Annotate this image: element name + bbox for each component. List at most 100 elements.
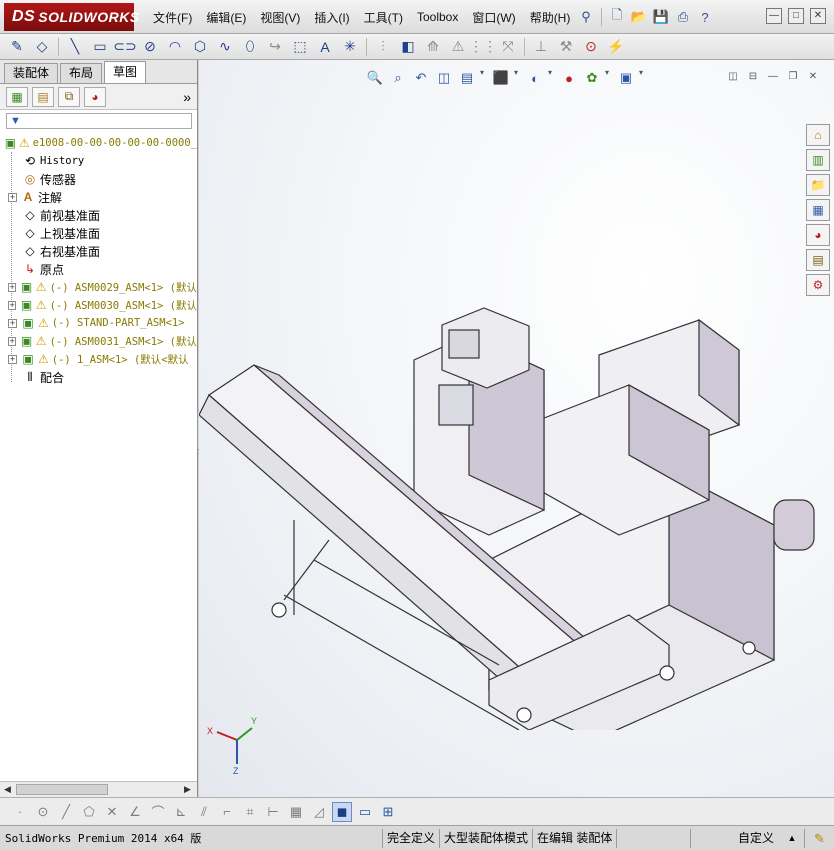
apply-scene-icon[interactable]: ✿	[582, 68, 602, 88]
tree-item-sensors[interactable]: ◎ 传感器	[0, 170, 197, 188]
tree-root-assembly[interactable]: ▣ ⚠ e1008-00-00-00-00-00-0000_	[0, 134, 197, 152]
point-tool-icon[interactable]: ✳	[339, 37, 361, 57]
close-button[interactable]: ✕	[810, 8, 826, 24]
restore-button[interactable]: □	[788, 8, 804, 24]
move-entities-icon[interactable]: ⤧	[497, 37, 519, 57]
tree-item-subassembly[interactable]: + ▣ ⚠ (-) ASM0031_ASM<1> (默认	[0, 332, 197, 350]
more-tabs-icon[interactable]: »	[183, 89, 191, 105]
view-orientation-icon[interactable]: ⬛	[491, 68, 511, 88]
smart-dimension-icon[interactable]: ◇	[31, 37, 53, 57]
tree-item-front-plane[interactable]: ◇ 前视基准面	[0, 206, 197, 224]
menu-toolbox[interactable]: Toolbox	[410, 10, 465, 24]
print-icon[interactable]: ⎙	[673, 7, 693, 27]
quick-snaps-icon[interactable]: ⊙	[580, 37, 602, 57]
new-document-icon[interactable]: 🗋	[607, 7, 627, 27]
shaded-sketch-icon[interactable]: ◼	[332, 801, 352, 822]
tree-item-top-plane[interactable]: ◇ 上视基准面	[0, 224, 197, 242]
design-library-icon[interactable]: ▥	[806, 149, 830, 171]
zoom-to-area-icon[interactable]: ⌕	[388, 68, 408, 88]
menu-edit[interactable]: 编辑(E)	[199, 9, 253, 26]
tab-layout[interactable]: 布局	[60, 63, 103, 83]
chevron-down-icon[interactable]: ▾	[605, 68, 613, 88]
expand-icon[interactable]: +	[8, 192, 17, 202]
zoom-to-fit-icon[interactable]: 🔍	[365, 68, 385, 88]
expand-icon[interactable]: +	[8, 354, 17, 364]
text-tool-icon[interactable]: A	[314, 37, 336, 57]
expand-icon[interactable]: +	[8, 300, 17, 310]
property-manager-icon[interactable]: ▤	[32, 86, 54, 107]
split-vertical-icon[interactable]: ◫	[726, 70, 740, 84]
rectangle-tool-icon[interactable]: ▭	[89, 37, 111, 57]
chevron-down-icon[interactable]: ▾	[639, 68, 647, 88]
tab-sketch[interactable]: 草图	[104, 61, 147, 83]
parallel-icon[interactable]: ⫽	[194, 802, 214, 822]
feature-manager-icon[interactable]: ▦	[6, 86, 28, 107]
edit-appearance-icon[interactable]: ●	[559, 68, 579, 88]
close-document-icon[interactable]: ✕	[806, 70, 820, 84]
grid-icon[interactable]: ▦	[286, 802, 306, 822]
slot-tool-icon[interactable]: ⊂⊃	[113, 37, 136, 57]
tangent-icon[interactable]: ⌒	[148, 802, 168, 822]
open-folder-icon[interactable]: 📂	[629, 7, 649, 27]
solidworks-resources-icon[interactable]: ⌂	[806, 124, 830, 146]
offset-entities-icon[interactable]: ⟰	[422, 37, 444, 57]
linear-pattern-icon[interactable]: ⋮⋮	[469, 37, 497, 57]
display-style-icon[interactable]: ◐	[525, 68, 545, 88]
save-icon[interactable]: 💾	[651, 7, 671, 27]
restore-document-icon[interactable]: ❐	[786, 70, 800, 84]
tree-item-origin[interactable]: ↳ 原点	[0, 260, 197, 278]
polygon-tool-icon[interactable]: ⬡	[189, 37, 211, 57]
expand-icon[interactable]: +	[8, 336, 17, 346]
pin-icon[interactable]: ⚲	[576, 7, 596, 27]
angle-icon[interactable]: ∠	[125, 802, 145, 822]
intersection-icon[interactable]: ✕	[102, 802, 122, 822]
line-icon[interactable]: ╱	[56, 802, 76, 822]
rapid-sketch-icon[interactable]: ⚡	[605, 37, 627, 57]
circle-center-icon[interactable]: ⊙	[33, 802, 53, 822]
configuration-manager-icon[interactable]: ⧉	[58, 86, 80, 107]
perpendicular-icon[interactable]: ⊾	[171, 802, 191, 822]
sketch-panel-icon[interactable]: ▭	[355, 802, 375, 822]
solidworks-logo[interactable]: DS SOLIDWORKS	[4, 3, 139, 31]
graphics-area[interactable]: 🔍 ⌕ ↶ ◫ ▤ ▾ ⬛ ▾ ◐ ▾ ● ✿ ▾ ▣ ▾ ◫ ⊟ — ❐ ✕ …	[199, 60, 834, 797]
dynamic-annotation-icon[interactable]: ▤	[457, 68, 477, 88]
scrollbar-thumb[interactable]	[16, 784, 108, 795]
quadrant-icon[interactable]: ⌗	[240, 802, 260, 822]
plane-tool-icon[interactable]: ⬚	[289, 37, 311, 57]
horizontal-scrollbar[interactable]: ◀ ▶	[0, 781, 197, 797]
point-icon[interactable]: ·	[10, 802, 30, 822]
chevron-down-icon[interactable]: ▾	[548, 68, 556, 88]
polygon-icon[interactable]: ⬠	[79, 802, 99, 822]
tree-item-right-plane[interactable]: ◇ 右视基准面	[0, 242, 197, 260]
split-horizontal-icon[interactable]: ⊟	[746, 70, 760, 84]
previous-view-icon[interactable]: ↶	[411, 68, 431, 88]
view-settings-icon[interactable]: ▣	[616, 68, 636, 88]
tab-assembly[interactable]: 装配体	[4, 63, 59, 83]
help-icon[interactable]: ?	[695, 7, 715, 27]
units-up-icon[interactable]: ▲	[780, 833, 804, 843]
view-palette-icon[interactable]: ▦	[806, 199, 830, 221]
section-view-icon[interactable]: ◫	[434, 68, 454, 88]
tree-item-subassembly[interactable]: + ▣ ⚠ (-) ASM0029_ASM<1> (默认	[0, 278, 197, 296]
arc-tool-icon[interactable]: ◠	[164, 37, 186, 57]
tree-item-annotations[interactable]: + A 注解	[0, 188, 197, 206]
expand-icon[interactable]: +	[8, 318, 17, 328]
tree-item-subassembly[interactable]: + ▣ ⚠ (-) 1_ASM<1> (默认<默认	[0, 350, 197, 368]
menu-view[interactable]: 视图(V)	[253, 9, 307, 26]
tree-item-history[interactable]: ⟲ History	[0, 152, 197, 170]
display-relations-icon[interactable]: ⊥	[530, 37, 552, 57]
display-manager-icon[interactable]: ◕	[84, 86, 106, 107]
minimize-document-icon[interactable]: —	[766, 70, 780, 84]
scroll-right-icon[interactable]: ▶	[182, 784, 193, 795]
spline-tool-icon[interactable]: ∿	[214, 37, 236, 57]
sketch-table-icon[interactable]: ⊞	[378, 802, 398, 822]
expand-icon[interactable]: +	[8, 282, 17, 292]
dimension-icon[interactable]: ⊢	[263, 802, 283, 822]
assembly-3d-model[interactable]	[199, 260, 819, 730]
menu-file[interactable]: 文件(F)	[146, 9, 199, 26]
convert-entities-icon[interactable]: ◧	[397, 37, 419, 57]
fillet-tool-icon[interactable]: ↪	[264, 37, 286, 57]
menu-help[interactable]: 帮助(H)	[523, 9, 578, 26]
chevron-down-icon[interactable]: ▾	[514, 68, 522, 88]
tree-item-subassembly[interactable]: + ▣ ⚠ (-) ASM0030_ASM<1> (默认	[0, 296, 197, 314]
